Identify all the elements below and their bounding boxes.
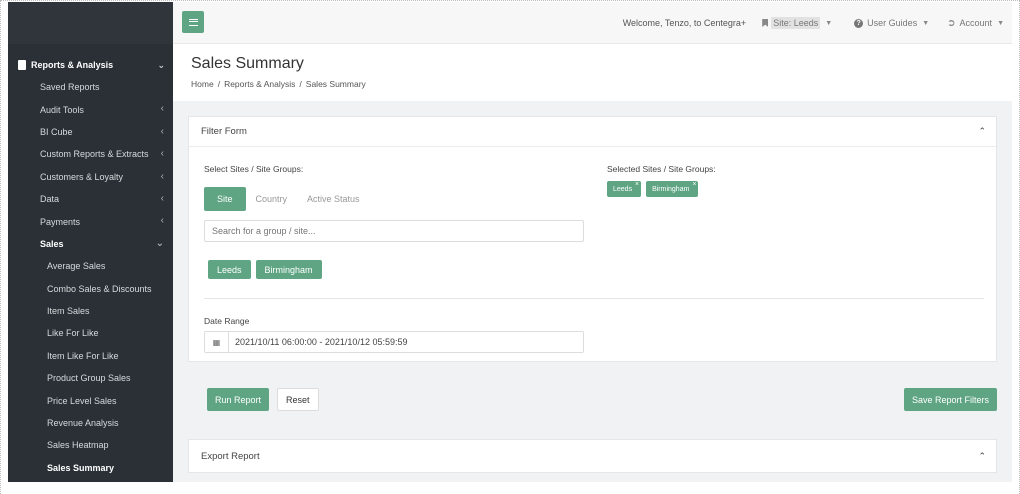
breadcrumb-separator: / <box>217 79 221 89</box>
sidebar-item-audit-tools[interactable]: Audit Tools ‹ <box>8 98 173 120</box>
save-report-filters-button[interactable]: Save Report Filters <box>903 388 997 411</box>
selected-tag-label: Leeds <box>613 185 633 193</box>
sidebar-item-saved-reports[interactable]: Saved Reports <box>8 76 173 98</box>
bookmark-icon <box>762 19 769 27</box>
caret-down-icon: ▼ <box>922 19 930 27</box>
welcome-text: Welcome, Tenzo, to Centegra+ <box>622 18 747 28</box>
selected-sites: Leeds × Birmingham × <box>607 181 703 197</box>
sidebar-item-sales[interactable]: Sales ⌄ <box>8 233 173 255</box>
date-range-label: Date Range <box>204 316 250 326</box>
sidebar-sub-combo-sales[interactable]: Combo Sales & Discounts <box>8 278 173 300</box>
sidebar-item-label: BI Cube <box>40 126 73 137</box>
chevron-left-icon: ‹ <box>160 125 164 137</box>
sidebar-item-label: Data <box>40 194 60 205</box>
date-range-input[interactable]: ▦ 2021/10/11 06:00:00 - 2021/10/12 05:59… <box>204 331 584 353</box>
site-options: Leeds Birmingham <box>208 260 327 279</box>
sidebar-sub-product-group-sales[interactable]: Product Group Sales <box>8 367 173 389</box>
site-option-birmingham[interactable]: Birmingham <box>255 260 322 279</box>
sidebar-item-label: Payments <box>40 216 81 227</box>
breadcrumb-home[interactable]: Home <box>191 79 214 89</box>
sidebar-sub-sales-heatmap[interactable]: Sales Heatmap <box>8 434 173 456</box>
select-sites-label: Select Sites / Site Groups: <box>204 164 304 174</box>
tab-site[interactable]: Site <box>204 187 246 211</box>
filter-form-header[interactable]: Filter Form ⌃ <box>189 117 996 147</box>
menu-toggle-button[interactable] <box>182 11 204 33</box>
filter-divider <box>204 298 984 299</box>
breadcrumb-reports[interactable]: Reports & Analysis <box>224 79 295 89</box>
site-option-leeds[interactable]: Leeds <box>208 260 251 279</box>
chevron-left-icon: ‹ <box>160 148 164 160</box>
sidebar: Reports & Analysis ⌄ Saved Reports Audit… <box>8 2 173 482</box>
chevron-up-icon[interactable]: ⌃ <box>978 451 986 462</box>
sidebar-sub-item-like-for-like[interactable]: Item Like For Like <box>8 345 173 367</box>
selected-tag-birmingham[interactable]: Birmingham × <box>646 181 699 197</box>
breadcrumb: Home / Reports & Analysis / Sales Summary <box>191 79 1012 89</box>
sidebar-item-label: Saved Reports <box>40 82 100 93</box>
user-guides-menu[interactable]: ? User Guides ▼ <box>854 18 929 28</box>
sidebar-sub-average-sales[interactable]: Average Sales <box>8 255 173 277</box>
tab-country[interactable]: Country <box>246 187 298 211</box>
selected-tag-leeds[interactable]: Leeds × <box>607 181 642 197</box>
top-nav: Welcome, Tenzo, to Centegra+ Site: Leeds… <box>623 2 1004 44</box>
sidebar-sub-like-for-like[interactable]: Like For Like <box>8 322 173 344</box>
sidebar-item-label: Audit Tools <box>40 104 84 115</box>
sidebar-section-reports[interactable]: Reports & Analysis ⌄ <box>8 54 173 76</box>
sidebar-sub-sales-summary[interactable]: Sales Summary <box>8 457 173 479</box>
sidebar-sub-price-level-sales[interactable]: Price Level Sales <box>8 389 173 411</box>
chevron-down-icon: ⌄ <box>155 237 164 249</box>
site-search-input[interactable] <box>204 220 584 242</box>
sidebar-item-data[interactable]: Data ‹ <box>8 188 173 210</box>
main-content: Sales Summary Home / Reports & Analysis / Sa… <box>173 45 1012 482</box>
chevron-down-icon: ⌄ <box>157 59 165 70</box>
selected-tag-label: Birmingham <box>652 185 690 193</box>
breadcrumb-separator: / <box>299 79 302 89</box>
breadcrumb-current: Sales Summary <box>305 79 366 89</box>
chevron-left-icon: ‹ <box>160 103 164 115</box>
chevron-left-icon: ‹ <box>160 215 164 227</box>
site-label: Site: Leeds <box>771 17 821 29</box>
remove-icon[interactable]: × <box>635 181 639 188</box>
sidebar-brand <box>8 2 173 44</box>
page-title: Sales Summary <box>191 55 304 72</box>
sidebar-sub-revenue-analysis[interactable]: Revenue Analysis <box>8 412 173 434</box>
caret-down-icon: ▼ <box>997 19 1004 27</box>
filter-form-title: Filter Form <box>201 126 247 137</box>
question-circle-icon: ? <box>854 18 864 28</box>
sidebar-item-payments[interactable]: Payments ‹ <box>8 210 173 232</box>
calendar-icon: ▦ <box>205 332 229 352</box>
topbar: Welcome, Tenzo, to Centegra+ Site: Leeds… <box>173 2 1012 44</box>
selected-sites-label: Selected Sites / Site Groups: <box>607 164 716 174</box>
sidebar-item-custom-reports[interactable]: Custom Reports & Extracts ‹ <box>8 143 173 165</box>
sign-out-icon: ➲ <box>947 17 956 29</box>
sidebar-item-label: Sales <box>40 238 64 249</box>
chevron-left-icon: ‹ <box>160 192 164 204</box>
site-filter-tabs: Site Country Active Status <box>204 187 370 211</box>
sidebar-item-customers-loyalty[interactable]: Customers & Loyalty ‹ <box>8 166 173 188</box>
tab-active-status[interactable]: Active Status <box>297 187 370 211</box>
caret-down-icon: ▼ <box>825 19 833 27</box>
run-report-button[interactable]: Run Report <box>207 388 270 411</box>
date-range-value: 2021/10/11 06:00:00 - 2021/10/12 05:59:5… <box>235 337 408 347</box>
export-report-card: Export Report ⌃ <box>188 439 997 473</box>
export-report-title: Export Report <box>201 450 260 462</box>
hamburger-icon <box>188 18 198 26</box>
account-label: Account <box>959 18 993 28</box>
user-guides-label: User Guides <box>867 18 918 28</box>
remove-icon[interactable]: × <box>692 181 696 188</box>
document-icon <box>18 60 26 70</box>
sidebar-sub-item-sales[interactable]: Item Sales <box>8 300 173 322</box>
chevron-left-icon: ‹ <box>160 170 164 182</box>
sidebar-item-bi-cube[interactable]: BI Cube ‹ <box>8 121 173 143</box>
reset-button[interactable]: Reset <box>277 388 319 411</box>
site-selector[interactable]: Site: Leeds ▼ <box>762 17 832 29</box>
filter-form-card: Filter Form ⌃ Select Sites / Site Groups… <box>188 116 997 362</box>
export-report-header[interactable]: Export Report ⌃ <box>189 440 996 472</box>
sidebar-item-label: Custom Reports & Extracts <box>40 149 149 160</box>
sidebar-item-label: Customers & Loyalty <box>40 171 124 182</box>
chevron-up-icon[interactable]: ⌃ <box>978 126 986 137</box>
page-header: Sales Summary Home / Reports & Analysis / Sa… <box>173 45 1012 101</box>
account-menu[interactable]: ➲ Account ▼ <box>947 18 1004 29</box>
sidebar-section-label: Reports & Analysis <box>31 60 114 70</box>
